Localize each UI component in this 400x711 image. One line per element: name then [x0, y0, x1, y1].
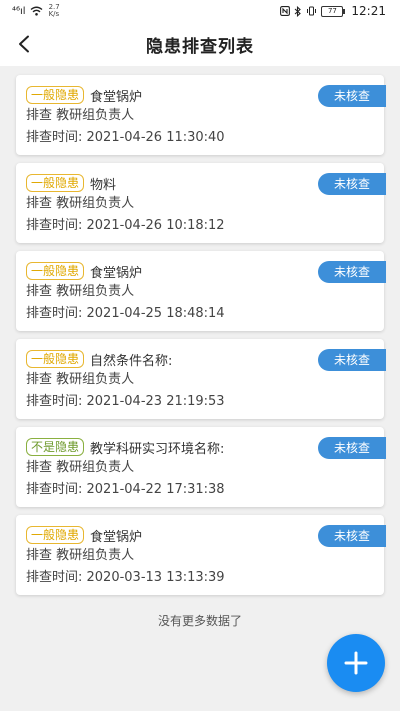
hazard-card[interactable]: 一般隐患 物料 排查 教研组负责人 排查时间: 2021-04-26 10:18…	[16, 163, 386, 243]
hazard-title: 物料	[90, 177, 117, 193]
inspector-line: 排查 教研组负责人	[26, 284, 135, 299]
hazard-card[interactable]: 一般隐患 自然条件名称: 排查 教研组负责人 排查时间: 2021-04-23 …	[16, 339, 386, 419]
hazard-card[interactable]: 一般隐患 食堂锅炉 排查 教研组负责人 排查时间: 2021-04-26 11:…	[16, 75, 386, 155]
plus-icon	[344, 651, 368, 675]
status-left: ⁴⁶ıl 2.7 K/s	[12, 4, 60, 18]
inspector-line: 排查 教研组负责人	[26, 108, 135, 123]
no-more-data-text: 没有更多数据了	[157, 614, 242, 628]
app-header: 隐患排查列表	[0, 22, 400, 66]
back-button[interactable]	[10, 30, 38, 58]
status-right: 77 12:21	[280, 4, 386, 18]
battery-level: 77	[327, 6, 337, 15]
add-button[interactable]	[327, 634, 385, 692]
status-badge: 未核查	[318, 261, 386, 283]
chevron-left-icon	[19, 35, 29, 53]
battery-icon: 77	[321, 5, 346, 17]
inspection-time: 排查时间: 2020-03-13 13:13:39	[26, 570, 225, 585]
speed-unit: K/s	[48, 10, 60, 18]
hazard-level-tag: 不是隐患	[26, 438, 85, 456]
network-speed: 2.7 K/s	[49, 4, 60, 18]
hazard-level-tag: 一般隐患	[26, 526, 85, 544]
hazard-card[interactable]: 不是隐患 教学科研实习环境名称: 排查 教研组负责人 排查时间: 2021-04…	[16, 427, 386, 507]
hazard-title: 食堂锅炉	[90, 265, 143, 281]
hazard-list: 一般隐患 食堂锅炉 排查 教研组负责人 排查时间: 2021-04-26 11:…	[16, 75, 386, 603]
status-badge: 未核查	[318, 85, 386, 107]
hazard-level-tag: 一般隐患	[26, 86, 85, 104]
status-badge: 未核查	[318, 173, 386, 195]
status-badge: 未核查	[318, 525, 386, 547]
hazard-title: 教学科研实习环境名称:	[90, 441, 225, 457]
inspection-time: 排查时间: 2021-04-26 11:30:40	[26, 130, 225, 145]
hazard-title: 自然条件名称:	[90, 353, 173, 369]
hazard-title: 食堂锅炉	[90, 529, 143, 545]
status-badge: 未核查	[318, 437, 386, 459]
vibrate-icon	[307, 6, 317, 16]
hazard-title: 食堂锅炉	[90, 89, 143, 105]
hazard-level-tag: 一般隐患	[26, 262, 85, 280]
nfc-icon	[280, 6, 291, 16]
signal-icon: ⁴⁶ıl	[12, 5, 26, 17]
inspection-time: 排查时间: 2021-04-23 21:19:53	[26, 394, 225, 409]
status-bar: ⁴⁶ıl 2.7 K/s 77 12:21	[0, 0, 400, 22]
page-title: 隐患排查列表	[146, 36, 254, 57]
hazard-level-tag: 一般隐患	[26, 350, 85, 368]
hazard-card[interactable]: 一般隐患 食堂锅炉 排查 教研组负责人 排查时间: 2021-04-25 18:…	[16, 251, 386, 331]
inspector-line: 排查 教研组负责人	[26, 372, 135, 387]
inspection-time: 排查时间: 2021-04-22 17:31:38	[26, 482, 225, 497]
inspector-line: 排查 教研组负责人	[26, 548, 135, 563]
hazard-card[interactable]: 一般隐患 食堂锅炉 排查 教研组负责人 排查时间: 2020-03-13 13:…	[16, 515, 386, 595]
inspector-line: 排查 教研组负责人	[26, 460, 135, 475]
bluetooth-icon	[295, 5, 302, 17]
hazard-level-tag: 一般隐患	[26, 174, 85, 192]
wifi-icon	[30, 6, 43, 16]
inspection-time: 排查时间: 2021-04-26 10:18:12	[26, 218, 225, 233]
inspection-time: 排查时间: 2021-04-25 18:48:14	[26, 306, 225, 321]
inspector-line: 排查 教研组负责人	[26, 196, 135, 211]
clock: 12:21	[351, 4, 386, 18]
status-badge: 未核查	[318, 349, 386, 371]
